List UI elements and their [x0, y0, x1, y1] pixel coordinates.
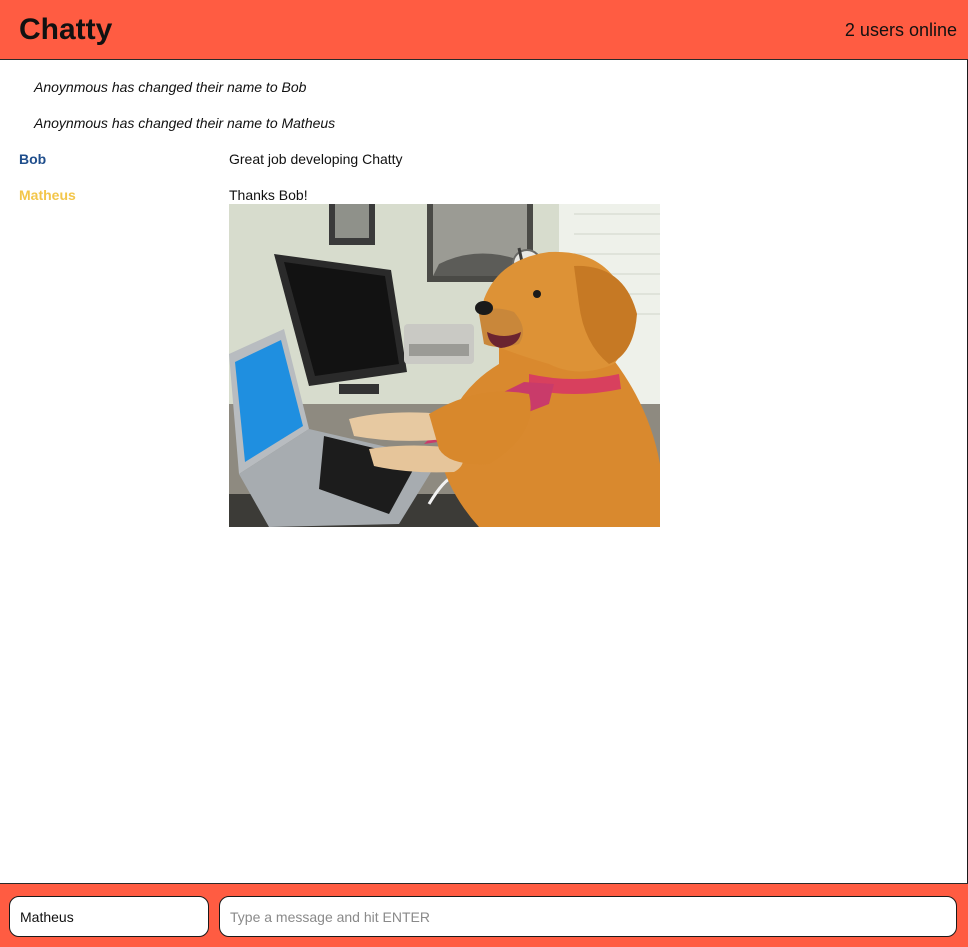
- system-notification: Anoynmous has changed their name to Bob: [34, 79, 307, 95]
- navbar: Chatty 2 users online: [0, 0, 968, 60]
- message-username: Bob: [19, 151, 47, 167]
- brand-title: Chatty: [19, 13, 113, 46]
- message-username: Matheus: [19, 187, 76, 203]
- chat-app: Chatty 2 users online Anoynmous has chan…: [0, 0, 968, 947]
- message-list[interactable]: Anoynmous has changed their name to Bob …: [0, 61, 968, 883]
- message-content: Great job developing Chatty: [229, 151, 403, 167]
- username-input[interactable]: [9, 896, 209, 937]
- message-content: Thanks Bob!: [229, 187, 308, 203]
- users-online-count: 2 users online: [844, 20, 957, 40]
- system-notification: Anoynmous has changed their name to Math…: [34, 115, 336, 131]
- dog-at-computer-image: [229, 204, 660, 527]
- message-input[interactable]: [219, 896, 957, 937]
- chat-bar: [0, 883, 968, 947]
